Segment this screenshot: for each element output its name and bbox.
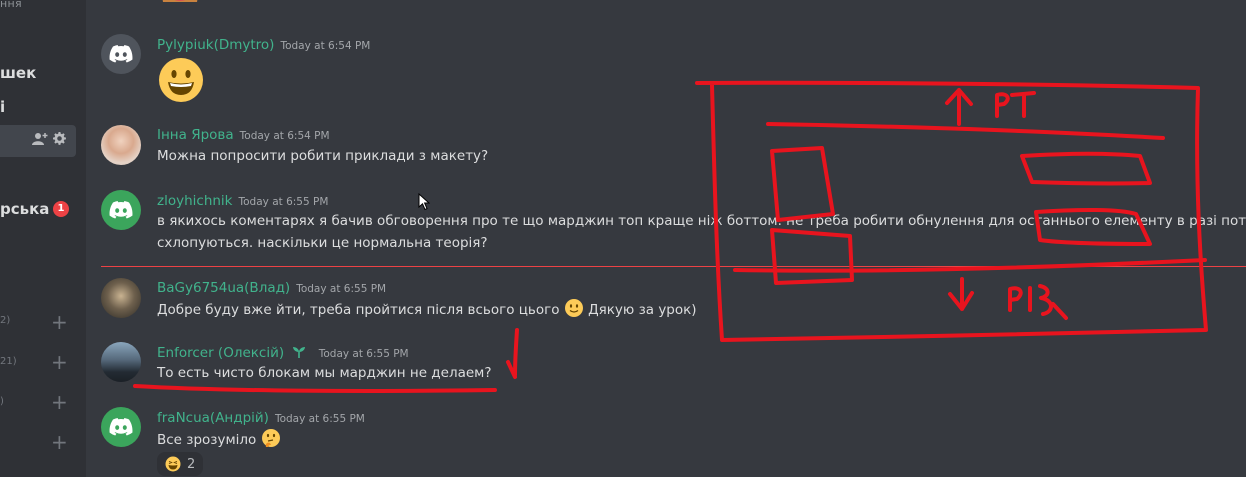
sidebar-item-3[interactable]: рська: [0, 200, 49, 218]
message-text-line-1: в якихось коментарях я бачив обговорення…: [157, 213, 1246, 229]
author-name[interactable]: fraNcua(Андрій): [157, 410, 269, 426]
attachment-fragment: [162, 0, 198, 2]
sidebar-item-selected[interactable]: [0, 125, 76, 157]
avatar[interactable]: [101, 342, 141, 382]
sidebar-header-fragment: ння: [0, 0, 22, 10]
avatar[interactable]: [101, 34, 141, 74]
reaction-pill[interactable]: 2: [157, 452, 204, 476]
avatar[interactable]: [101, 407, 141, 447]
message-timestamp: Today at 6:54 PM: [280, 40, 371, 52]
mouse-cursor-icon: [418, 193, 430, 211]
message-text: Можна попросити робити приклади з макету…: [157, 148, 489, 164]
message-text: Добре буду вже йти, треба пройтися після…: [157, 298, 697, 321]
sprout-icon: [293, 347, 306, 358]
message-text-before: Добре буду вже йти, треба пройтися після…: [157, 302, 560, 318]
message-author[interactable]: fraNcua(Андрій) Today at 6:55 PM: [157, 410, 365, 426]
laughing-emoji-icon: [165, 456, 181, 472]
author-name[interactable]: Pylypiuk(Dmytro): [157, 37, 274, 53]
message-timestamp: Today at 6:55 PM: [296, 283, 387, 295]
avatar[interactable]: [101, 190, 141, 230]
message-timestamp: Today at 6:55 PM: [318, 348, 409, 360]
message-timestamp: Today at 6:54 PM: [239, 130, 330, 142]
plus-icon[interactable]: +: [51, 432, 68, 452]
slight-smile-emoji-icon: [564, 299, 583, 317]
sidebar-item-2[interactable]: і: [0, 98, 5, 116]
message-author[interactable]: BaGy6754ua(Влад) Today at 6:55 PM: [157, 280, 386, 296]
avatar[interactable]: [101, 278, 141, 318]
gear-icon[interactable]: [53, 132, 66, 149]
author-name[interactable]: BaGy6754ua(Влад): [157, 280, 290, 296]
message-timestamp: Today at 6:55 PM: [274, 413, 365, 425]
discord-logo-icon: [109, 418, 133, 436]
new-messages-divider: [101, 266, 1246, 267]
plus-icon[interactable]: +: [51, 392, 68, 412]
message-author[interactable]: Інна Ярова Today at 6:54 PM: [157, 127, 330, 143]
avatar[interactable]: [101, 125, 141, 165]
discord-logo-icon: [109, 201, 133, 219]
message-list: Pylypiuk(Dmytro) Today at 6:54 PM Інна Яр…: [86, 0, 1246, 477]
unread-badge: 1: [53, 201, 69, 217]
message-author[interactable]: Enforcer (Олексій) Today at 6:55 PM: [157, 345, 409, 361]
sidebar-count-3: ): [0, 396, 4, 407]
message-text: Все зрозуміло: [157, 428, 281, 451]
message-text: То есть чисто блокам мы марджин не делае…: [157, 365, 492, 381]
reaction-count: 2: [187, 456, 196, 472]
thinking-emoji-icon: [261, 429, 280, 447]
channel-sidebar: ння шек і рська 1 2) + 21) + ) + +: [0, 0, 86, 477]
plus-icon[interactable]: +: [51, 352, 68, 372]
message-text-body: Все зрозуміло: [157, 432, 257, 448]
add-member-icon[interactable]: [32, 132, 48, 150]
message-text-after: Дякую за урок): [588, 302, 697, 318]
sidebar-item-1[interactable]: шек: [0, 64, 36, 82]
plus-icon[interactable]: +: [51, 312, 68, 332]
message-author[interactable]: zloyhichnik Today at 6:55 PM: [157, 193, 328, 209]
sidebar-count-2: 21): [0, 356, 17, 367]
message-timestamp: Today at 6:55 PM: [238, 196, 329, 208]
discord-logo-icon: [109, 45, 133, 63]
author-name[interactable]: zloyhichnik: [157, 193, 233, 209]
sidebar-count-1: 2): [0, 315, 11, 326]
author-name[interactable]: Enforcer (Олексій): [157, 345, 284, 361]
smiley-emoji-icon: [159, 58, 203, 102]
message-text-line-2: схлопуються. наскільки це нормальна теор…: [157, 235, 488, 251]
message-author[interactable]: Pylypiuk(Dmytro) Today at 6:54 PM: [157, 37, 370, 53]
author-name[interactable]: Інна Ярова: [157, 127, 234, 143]
